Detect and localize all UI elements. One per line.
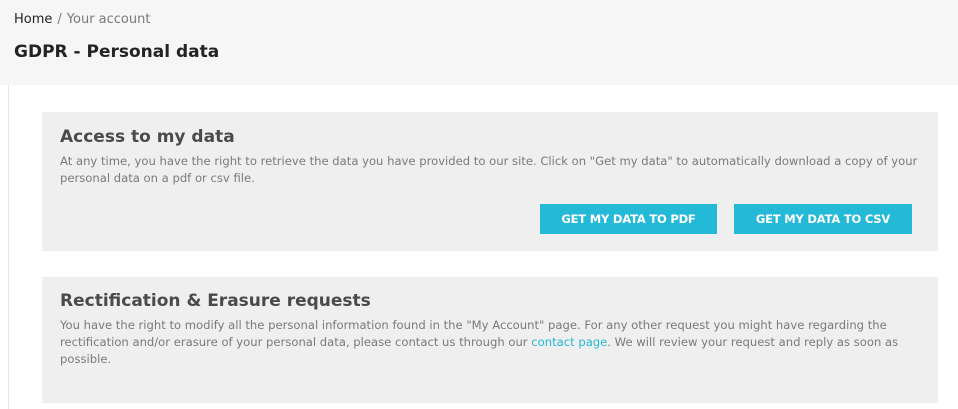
access-section-description: At any time, you have the right to retri… (60, 154, 918, 185)
breadcrumb-home-link[interactable]: Home (14, 12, 52, 27)
breadcrumb: Home / Your account (14, 12, 150, 27)
page-title: GDPR - Personal data (14, 42, 220, 62)
access-data-section: Access to my data At any time, you have … (42, 112, 938, 251)
rectification-section-description: You have the right to modify all the per… (60, 317, 922, 368)
page-header: Home / Your account GDPR - Personal data (0, 0, 958, 85)
rectification-section-title: Rectification & Erasure requests (60, 291, 371, 311)
rectification-section: Rectification & Erasure requests You hav… (42, 277, 938, 403)
access-section-title: Access to my data (60, 127, 235, 147)
breadcrumb-separator: / (57, 12, 62, 27)
breadcrumb-current: Your account (66, 12, 151, 27)
gdpr-page: Home / Your account GDPR - Personal data A… (0, 0, 958, 409)
get-data-pdf-button[interactable]: GET MY DATA TO PDF (540, 204, 717, 234)
contact-page-link[interactable]: contact page (531, 335, 607, 349)
get-data-csv-button[interactable]: GET MY DATA TO CSV (734, 204, 912, 234)
